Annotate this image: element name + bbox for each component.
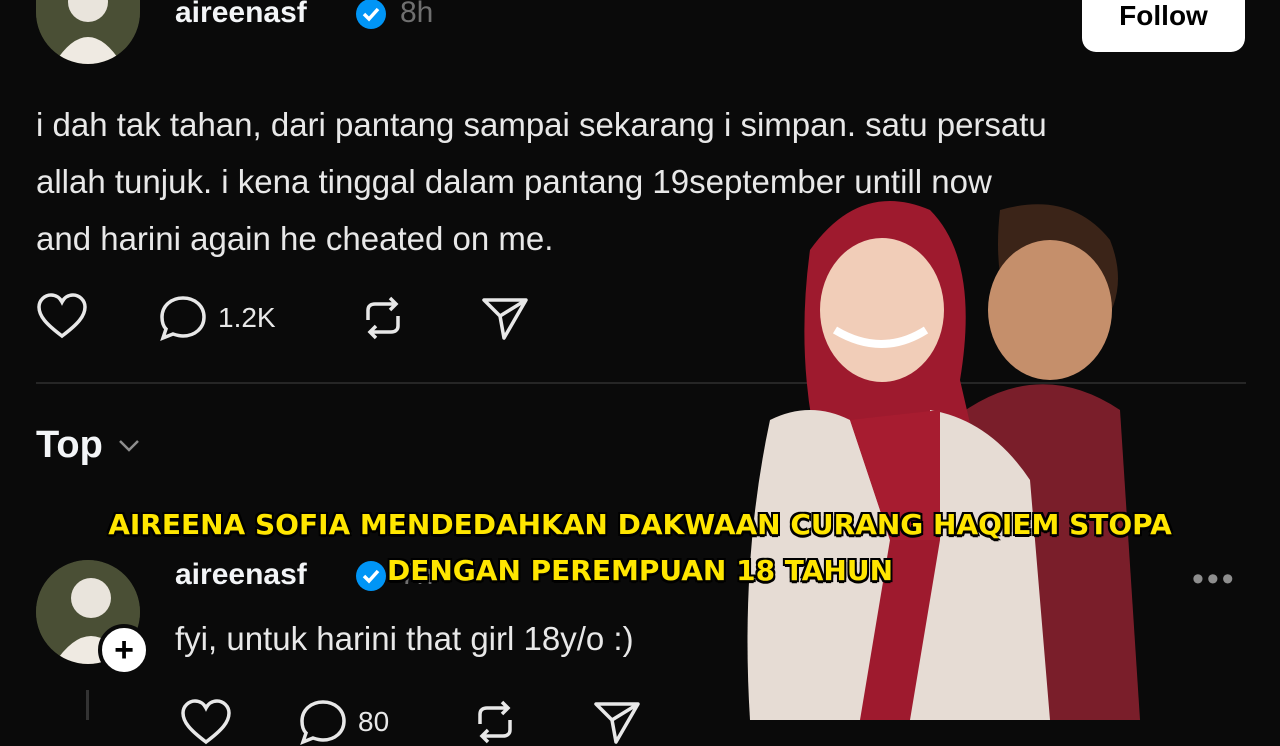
reply-repost-button[interactable] xyxy=(470,698,520,746)
reply-text: fyi, untuk harini that girl 18y/o :) xyxy=(175,620,634,657)
post-text-line-1: i dah tak tahan, dari pantang sampai sek… xyxy=(36,106,1047,143)
couple-photo xyxy=(700,180,1160,720)
sort-label: Top xyxy=(36,424,103,466)
follow-button[interactable]: Follow xyxy=(1082,0,1245,52)
repost-icon xyxy=(366,296,400,340)
thread-line xyxy=(86,690,89,720)
chevron-down-icon xyxy=(118,439,139,452)
reply-count: 1.2K xyxy=(218,302,276,333)
post-username[interactable]: aireenasf xyxy=(175,0,307,30)
reply-like-button[interactable] xyxy=(180,698,232,746)
comment-icon xyxy=(300,700,346,746)
headline-caption: AIREENA SOFIA MENDEDAHKAN DAKWAAN CURANG… xyxy=(0,502,1280,594)
heart-icon xyxy=(37,293,87,339)
reply-reply-button[interactable]: 80 xyxy=(298,698,389,746)
send-icon xyxy=(594,702,640,744)
repost-icon xyxy=(478,700,512,744)
reply-button[interactable]: 1.2K xyxy=(158,294,276,342)
comment-icon xyxy=(160,296,206,342)
post-time: 8h xyxy=(400,0,434,29)
post-avatar[interactable] xyxy=(36,0,140,64)
verified-badge-icon xyxy=(355,0,387,35)
like-button[interactable] xyxy=(36,292,88,340)
share-button[interactable] xyxy=(480,294,530,342)
reply-reply-count: 80 xyxy=(358,706,390,737)
follow-plus-button[interactable]: + xyxy=(98,624,150,676)
sort-dropdown[interactable]: Top xyxy=(36,424,141,467)
send-icon xyxy=(482,298,528,340)
repost-button[interactable] xyxy=(358,294,408,342)
headline-line-2: DENGAN PEREMPUAN 18 TAHUN xyxy=(387,554,893,587)
headline-line-1: AIREENA SOFIA MENDEDAHKAN DAKWAAN CURANG… xyxy=(108,508,1172,541)
reply-share-button[interactable] xyxy=(592,698,642,746)
heart-icon xyxy=(181,699,231,745)
